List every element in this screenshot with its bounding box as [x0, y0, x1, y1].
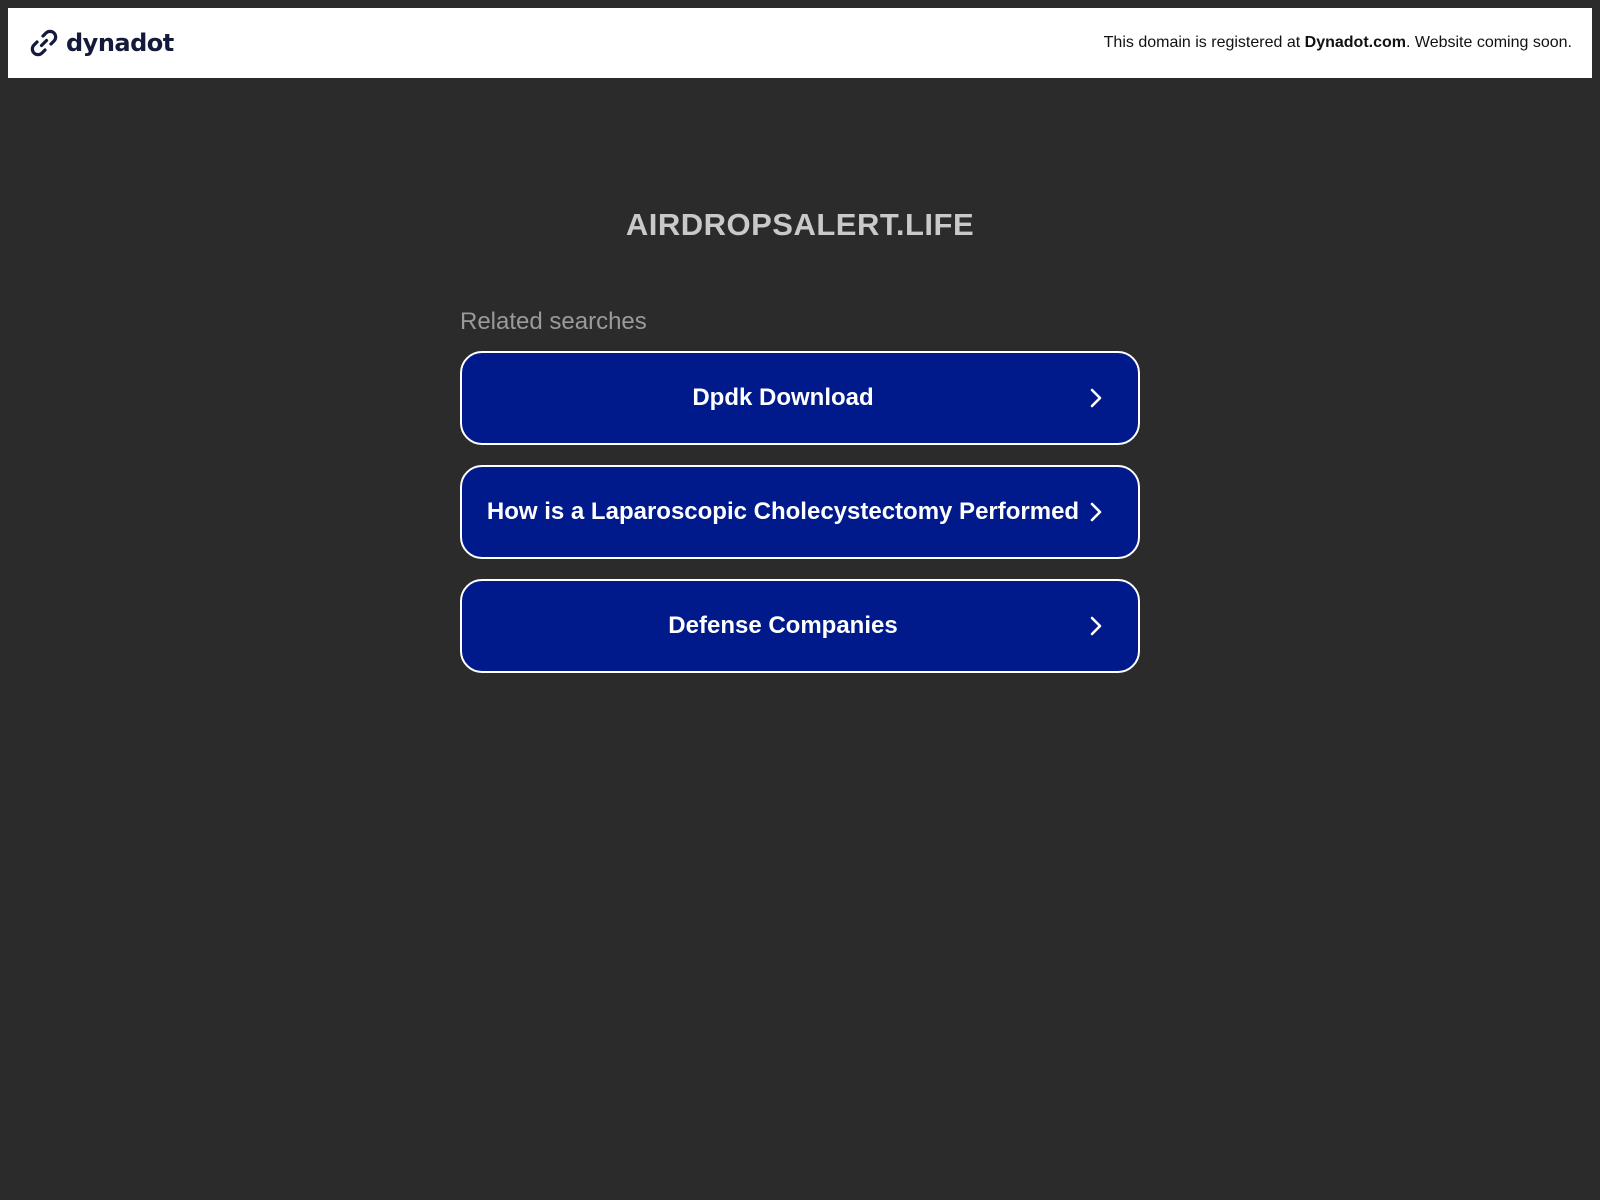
chain-link-icon — [30, 29, 58, 57]
chevron-right-icon — [1090, 616, 1102, 636]
brand-logo[interactable]: dynadot — [28, 27, 174, 59]
registrar-link[interactable]: Dynadot.com — [1305, 34, 1406, 51]
related-search-label: Dpdk Download — [692, 384, 874, 411]
related-searches-label: Related searches — [460, 308, 647, 335]
brand-name: dynadot — [66, 29, 174, 57]
top-bar: dynadot This domain is registered at Dyn… — [8, 8, 1592, 78]
related-search-label: Defense Companies — [668, 612, 898, 639]
related-search-button[interactable]: Dpdk Download — [460, 351, 1140, 445]
related-search-button[interactable]: How is a Laparoscopic Cholecystectomy Pe… — [460, 465, 1140, 559]
related-search-button[interactable]: Defense Companies — [460, 579, 1140, 673]
registration-notice: This domain is registered at Dynadot.com… — [1104, 34, 1572, 52]
notice-suffix: . Website coming soon. — [1405, 34, 1572, 51]
domain-title: AIRDROPSALERT.LIFE — [625, 207, 975, 242]
related-search-label: How is a Laparoscopic Cholecystectomy Pe… — [486, 498, 1080, 525]
chevron-right-icon — [1090, 502, 1102, 522]
chevron-right-icon — [1090, 388, 1102, 408]
related-searches: Related searches Dpdk Download How is a … — [460, 307, 1140, 693]
notice-prefix: This domain is registered at — [1103, 34, 1305, 51]
